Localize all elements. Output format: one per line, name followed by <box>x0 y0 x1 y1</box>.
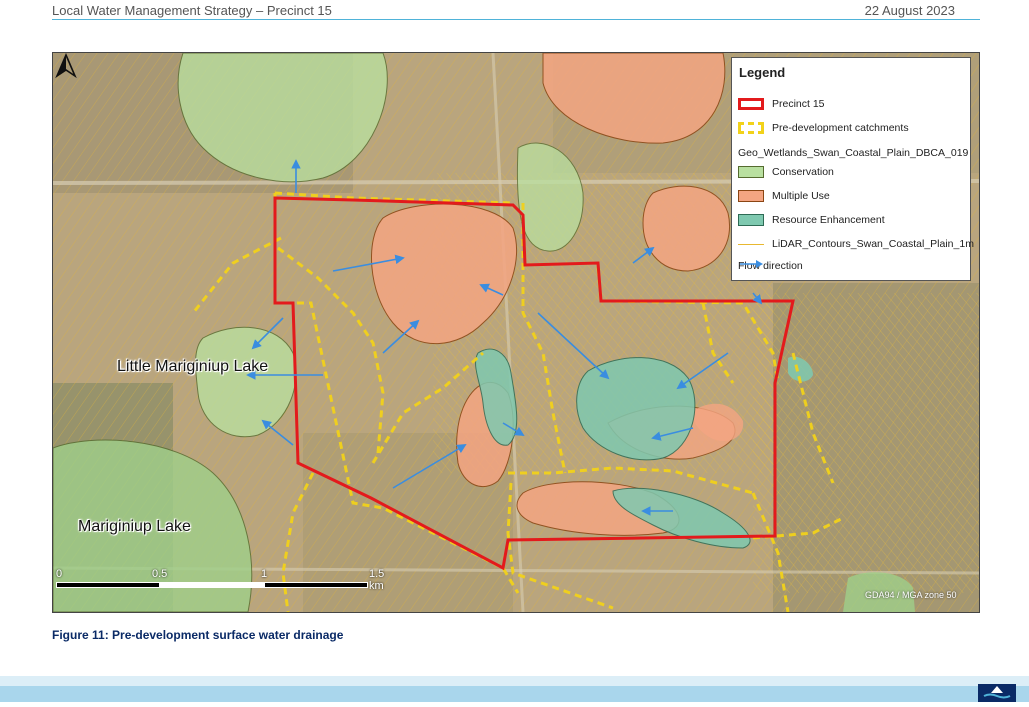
figure-caption: Figure 11: Pre-development surface water… <box>52 628 344 642</box>
legend-item-conservation: Conservation <box>738 164 834 180</box>
legend-item-catchments: Pre-development catchments <box>738 120 909 136</box>
document-title: Local Water Management Strategy – Precin… <box>52 3 332 18</box>
resource-enhancement-swatch-icon <box>738 214 764 226</box>
scale-tick: 0.5 <box>152 568 168 580</box>
legend-label: Multiple Use <box>772 190 830 202</box>
catchment-swatch-icon <box>738 122 764 134</box>
footer-band-light <box>0 676 1029 686</box>
page-header: Local Water Management Strategy – Precin… <box>52 2 980 20</box>
flow-arrow-icon <box>740 260 763 268</box>
legend-item-flow: Flow direction <box>738 258 803 274</box>
contour-swatch-icon <box>738 243 764 245</box>
scale-tick: 0 <box>56 568 63 580</box>
legend-title: Legend <box>739 65 786 80</box>
north-arrow-icon <box>55 53 77 79</box>
legend-label: Pre-development catchments <box>772 122 909 134</box>
legend-label: LiDAR_Contours_Swan_Coastal_Plain_1m <box>772 238 974 250</box>
multiple-use-swatch-icon <box>738 190 764 202</box>
legend-label: Precinct 15 <box>772 98 825 110</box>
conservation-swatch-icon <box>738 166 764 178</box>
projection-label: GDA94 / MGA zone 50 <box>865 590 957 600</box>
scale-tick: 1 <box>261 568 268 580</box>
legend-label: Conservation <box>772 166 834 178</box>
legend-item-contours: LiDAR_Contours_Swan_Coastal_Plain_1m <box>738 236 974 252</box>
drainage-map: Little Mariginiup Lake Mariginiup Lake L… <box>52 52 980 613</box>
mariginiup-lake-label: Mariginiup Lake <box>78 518 191 535</box>
legend-item-precinct: Precinct 15 <box>738 96 825 112</box>
legend-wetlands-heading: Geo_Wetlands_Swan_Coastal_Plain_DBCA_019 <box>738 147 969 159</box>
legend-item-resource-enhancement: Resource Enhancement <box>738 212 885 228</box>
wave-logo-icon <box>978 684 1016 702</box>
scale-bar: 0 0.5 1 1.5 km <box>56 568 384 598</box>
legend-label: Resource Enhancement <box>772 214 885 226</box>
map-legend: Legend Precinct 15 Pre-development catch… <box>731 57 974 281</box>
legend-item-multiple-use: Multiple Use <box>738 188 830 204</box>
wetland-multiple-use <box>642 185 730 272</box>
precinct-swatch-icon <box>738 98 764 110</box>
scale-tick: 1.5 km <box>369 568 385 592</box>
footer-band <box>0 686 1029 702</box>
little-mariginiup-lake-label: Little Mariginiup Lake <box>117 358 269 375</box>
document-date: 22 August 2023 <box>864 3 955 18</box>
